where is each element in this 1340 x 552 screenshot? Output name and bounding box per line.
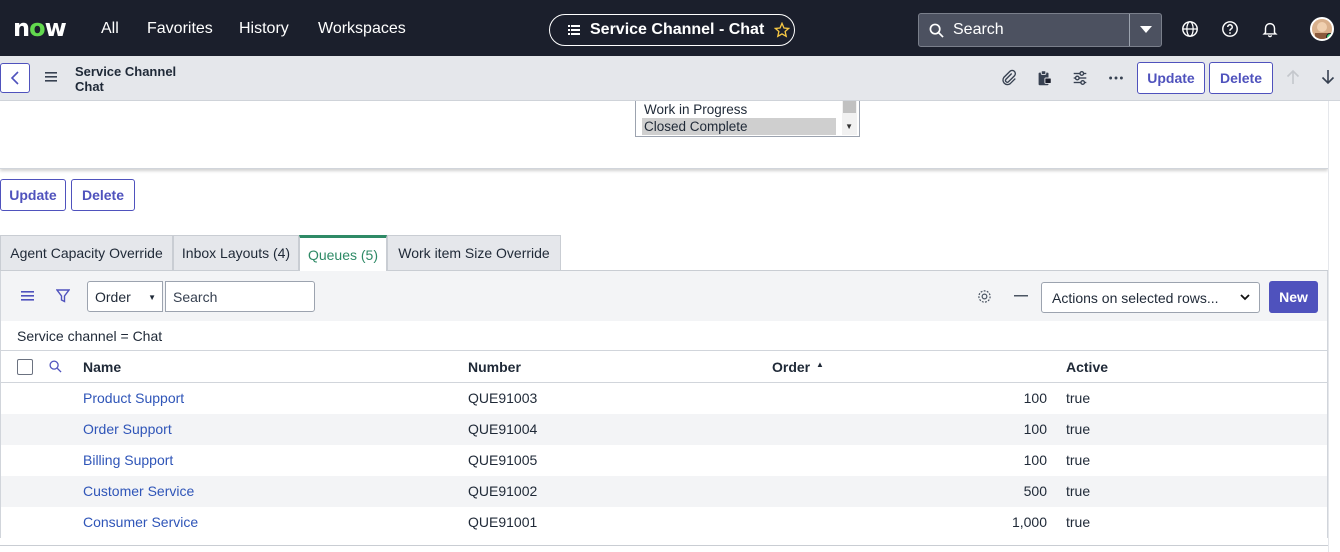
queue-name-link[interactable]: Billing Support [83,452,173,468]
star-icon[interactable] [774,22,791,38]
scroll-down-arrow-icon[interactable]: ▼ [845,122,853,131]
queue-number: QUE91004 [468,421,538,437]
search-icon[interactable] [49,360,62,373]
queue-name-link[interactable]: Product Support [83,390,184,406]
tab-work-item-size-override[interactable]: Work item Size Override [387,235,561,271]
queue-number: QUE91005 [468,452,538,468]
queue-number: QUE91002 [468,483,538,499]
page-scrollbar[interactable] [1328,101,1340,552]
nav-history[interactable]: History [239,20,289,38]
queue-name-link[interactable]: Consumer Service [83,514,198,530]
select-all-checkbox[interactable] [17,359,33,375]
tab-agent-capacity-override[interactable]: Agent Capacity Override [0,235,173,271]
queue-active: true [1066,483,1091,499]
collapse-icon[interactable] [1014,295,1028,297]
queue-name-link[interactable]: Order Support [83,421,172,437]
list-search-input[interactable]: Search [165,281,315,312]
help-icon[interactable] [1221,20,1239,38]
nav-favorites[interactable]: Favorites [147,20,213,38]
top-navigation-bar: now All Favorites History Workspaces Ser… [0,0,1340,56]
context-pill[interactable]: Service Channel - Chat [549,14,795,46]
form-title-line2: Chat [75,79,104,94]
user-avatar[interactable] [1310,17,1334,41]
tab-inbox-layouts[interactable]: Inbox Layouts (4) [173,235,299,271]
clipboard-icon[interactable] [1035,69,1053,87]
column-header-name[interactable]: Name [83,359,121,375]
queue-name-link[interactable]: Customer Service [83,483,194,499]
queue-order: 1,000 [1011,514,1047,530]
arrow-down-icon[interactable] [1321,69,1335,85]
queue-active: true [1066,421,1091,437]
table-row: Product Support QUE91003 100 true [0,383,1328,414]
form-title-line1: Service Channel [75,64,177,79]
status-listbox[interactable]: Work in Progress Closed Complete ▼ [635,101,860,137]
listbox-option-selected[interactable]: Closed Complete [642,118,836,135]
form-header: Service Channel Chat Update Delete [0,56,1340,101]
table-header: Name Number Order ▲ Active [0,351,1328,383]
queue-order: 100 [1023,452,1047,468]
actions-select-value: Actions on selected rows... [1052,289,1219,306]
list-menu-icon[interactable] [21,291,34,301]
chevron-down-icon [1139,26,1152,33]
queue-active: true [1066,514,1091,530]
filter-icon[interactable] [56,289,70,303]
chevron-down-icon [1240,294,1250,301]
back-button[interactable] [0,63,30,93]
header-update-button[interactable]: Update [1137,62,1205,94]
form-context-menu-icon[interactable] [45,72,57,82]
related-list-tabs: Agent Capacity Override Inbox Layouts (4… [0,235,1328,272]
notifications-bell-icon[interactable] [1261,20,1279,38]
search-icon [929,23,944,38]
breadcrumb-text[interactable]: Service channel = Chat [17,328,162,344]
nav-all[interactable]: All [101,20,119,38]
queue-order: 500 [1023,483,1047,499]
table-row: Customer Service QUE91002 500 true [0,476,1328,507]
table-row: Consumer Service QUE91001 1,000 true [0,507,1328,538]
actions-select[interactable]: Actions on selected rows... [1041,282,1260,313]
queue-order: 100 [1023,390,1047,406]
more-options-icon[interactable] [1107,69,1125,87]
column-header-order[interactable]: Order [772,359,810,375]
queue-active: true [1066,452,1091,468]
column-header-number[interactable]: Number [468,359,521,375]
listbox-scrollbar-thumb[interactable] [843,101,856,113]
search-field-select[interactable]: Order ▼ [87,281,163,312]
table-row: Order Support QUE91004 100 true [0,414,1328,445]
gear-icon[interactable] [977,289,992,304]
listbox-option[interactable]: Work in Progress [644,101,747,118]
global-search[interactable]: Search [918,13,1162,47]
column-header-active[interactable]: Active [1066,359,1108,375]
queue-number: QUE91001 [468,514,538,530]
list-toolbar: Order ▼ Search Actions on selected rows.… [0,271,1328,321]
queue-number: QUE91003 [468,390,538,406]
sort-ascending-icon: ▲ [816,360,824,369]
table-row: Billing Support QUE91005 100 true [0,445,1328,476]
form-update-button[interactable]: Update [0,179,66,211]
search-scope-dropdown[interactable] [1129,14,1161,46]
form-title: Service Channel Chat [75,64,176,94]
paperclip-icon[interactable] [1000,69,1018,87]
filter-breadcrumb[interactable]: Service channel = Chat [0,321,1328,351]
header-delete-button[interactable]: Delete [1209,62,1273,94]
presence-indicator [1326,33,1332,39]
servicenow-logo[interactable]: now [13,14,67,42]
context-pill-label: Service Channel - Chat [590,21,765,38]
search-field-value: Order [95,288,131,305]
form-delete-button[interactable]: Delete [71,179,135,211]
globe-icon[interactable] [1181,20,1199,38]
chevron-down-icon: ▼ [148,293,156,302]
chevron-left-icon [10,71,19,85]
settings-sliders-icon[interactable] [1071,69,1089,87]
nav-workspaces[interactable]: Workspaces [318,20,406,38]
list-icon [568,25,580,35]
queue-order: 100 [1023,421,1047,437]
table-bottom-divider [0,545,1328,546]
arrow-up-icon[interactable] [1286,69,1300,85]
new-button[interactable]: New [1269,281,1318,313]
queue-active: true [1066,390,1091,406]
tab-queues[interactable]: Queues (5) [299,235,387,272]
global-search-label: Search [953,21,1004,38]
